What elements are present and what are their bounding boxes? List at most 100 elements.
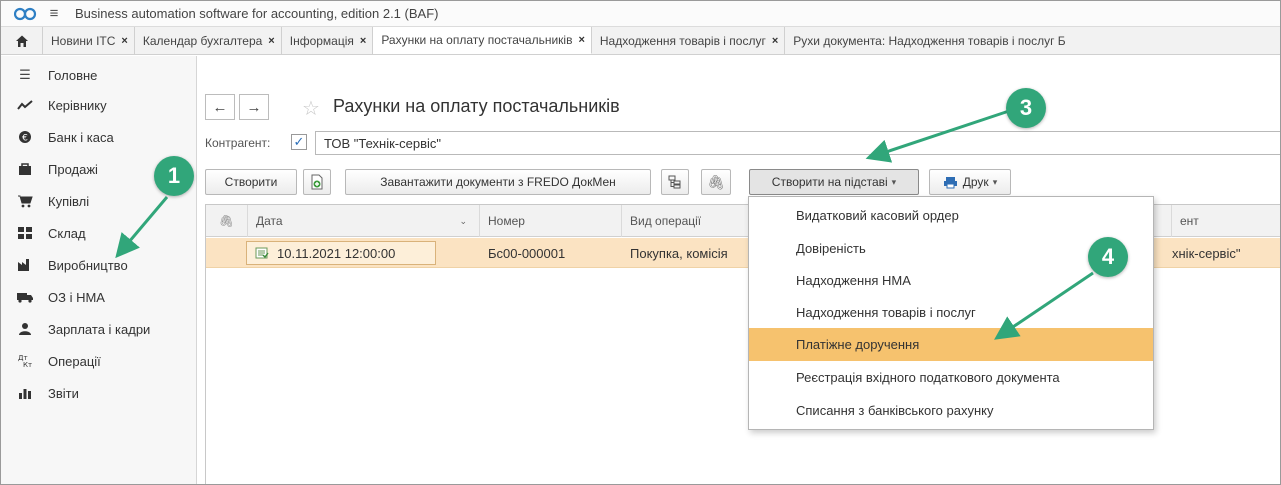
paperclip-icon: 🖇: [218, 214, 235, 228]
trend-icon: [15, 99, 35, 111]
favorite-star-icon[interactable]: ☆: [302, 96, 320, 121]
paperclip-icon: 🖇: [707, 173, 725, 190]
menu-item-bank-withdrawal[interactable]: Списання з банківського рахунку: [749, 394, 1153, 427]
truck-icon: [15, 291, 35, 303]
tab-label: Надходження товарів і послуг: [599, 33, 766, 48]
menu-item-label: Видатковий касовий ордер: [796, 208, 959, 223]
create-based-on-menu: Видатковий касовий ордер Довіреність Над…: [748, 196, 1154, 430]
chevron-down-icon: ▾: [891, 176, 897, 187]
operation-cell: Покупка, комісія: [630, 245, 728, 261]
add-document-icon: [311, 174, 323, 190]
document-posted-icon: [255, 247, 269, 259]
menu-item-label: Довіреність: [796, 241, 866, 256]
column-label: Дата: [256, 214, 283, 228]
upload-fredo-label: Завантажити документи з FREDO ДокМен: [380, 175, 616, 189]
annotation-badge-4: 4: [1088, 237, 1128, 277]
print-button[interactable]: Друк ▾: [929, 169, 1011, 195]
tab-label: Рухи документа: Надходження товарів і по…: [793, 33, 1066, 48]
close-icon[interactable]: ×: [268, 35, 274, 47]
menu-item-tax-document-registration[interactable]: Реєстрація вхідного податкового документ…: [749, 361, 1153, 394]
menu-item-cash-order[interactable]: Видатковий касовий ордер: [749, 199, 1153, 232]
annotation-badge-1: 1: [154, 156, 194, 196]
create-based-on-label: Створити на підставі: [771, 175, 888, 189]
tab-supplier-invoices[interactable]: Рахунки на оплату постачальників ×: [373, 27, 592, 54]
create-based-on-button[interactable]: Створити на підставі ▾: [749, 169, 919, 195]
structure-button[interactable]: [661, 169, 689, 195]
counterparty-filter-label: Контрагент:: [205, 136, 271, 150]
sidebar-item-label: Купівлі: [48, 193, 90, 209]
create-button-label: Створити: [224, 175, 278, 189]
column-label: Номер: [488, 214, 525, 228]
column-label: ент: [1180, 214, 1199, 228]
chevron-down-icon: ▾: [992, 176, 998, 187]
close-icon[interactable]: ×: [578, 34, 584, 46]
counterparty-column-header[interactable]: ент: [1172, 205, 1280, 237]
sidebar-item-label: Керівнику: [48, 97, 107, 113]
home-icon[interactable]: [1, 27, 43, 54]
bag-icon: [15, 162, 35, 176]
sidebar-item-label: Виробництво: [48, 257, 128, 273]
counterparty-filter-input[interactable]: ТОВ "Технік-сервіс": [315, 131, 1280, 155]
1c-logo-icon[interactable]: [11, 1, 41, 27]
sidebar-item-reports[interactable]: Звіти: [1, 374, 197, 412]
tab-news-itc[interactable]: Новини ITC ×: [43, 27, 135, 54]
menu-item-payment-order[interactable]: Платіжне доручення: [749, 328, 1153, 361]
arrow-left-icon: ←: [212, 98, 228, 116]
menu-item-label: Реєстрація вхідного податкового документ…: [796, 370, 1060, 385]
printer-icon: [943, 176, 957, 188]
date-column-header[interactable]: Дата ⌄: [248, 205, 480, 237]
menu-item-label: Надходження товарів і послуг: [796, 305, 976, 320]
bar-chart-icon: [15, 387, 35, 399]
debit-credit-icon: Дт Кт: [15, 354, 35, 368]
number-cell: Бс00-000001: [488, 245, 566, 261]
sidebar-item-label: Зарплата і кадри: [48, 321, 151, 337]
forward-button[interactable]: →: [239, 94, 269, 120]
page-title: Рахунки на оплату постачальників: [333, 96, 620, 116]
checkmark-icon: ✓: [293, 134, 305, 149]
tab-label: Календар бухгалтера: [142, 33, 263, 48]
hamburger-icon[interactable]: ≡: [43, 1, 65, 27]
sidebar-item-label: Продажі: [48, 161, 98, 177]
menu-item-label: Списання з банківського рахунку: [796, 403, 994, 418]
close-icon[interactable]: ×: [772, 35, 778, 47]
app-title: Business automation software for account…: [75, 6, 439, 21]
tab-label: Рахунки на оплату постачальників: [381, 33, 573, 47]
cart-icon: [15, 194, 35, 208]
tab-information[interactable]: Інформація ×: [282, 27, 374, 54]
menu-item-goods-receipt[interactable]: Надходження товарів і послуг: [749, 296, 1153, 329]
date-cell[interactable]: 10.11.2021 12:00:00: [246, 241, 436, 265]
sidebar-item-label: ОЗ і НМА: [48, 289, 105, 305]
sidebar-item-label: Головне: [48, 67, 98, 83]
tab-bar: Новини ITC × Календар бухгалтера × Інформа…: [1, 27, 1280, 55]
sidebar-item-label: Звіти: [48, 385, 79, 401]
warehouse-icon: [15, 226, 35, 240]
close-icon[interactable]: ×: [360, 35, 366, 47]
tab-label: Інформація: [289, 33, 354, 48]
number-column-header[interactable]: Номер: [480, 205, 622, 237]
title-bar: ≡ Business automation software for accou…: [1, 1, 1280, 27]
list-icon: ☰: [19, 67, 31, 82]
close-icon[interactable]: ×: [121, 35, 127, 47]
svg-text:Кт: Кт: [23, 361, 32, 368]
annotation-badge-3: 3: [1006, 88, 1046, 128]
print-label: Друк: [962, 175, 989, 189]
menu-item-label: Надходження НМА: [796, 273, 911, 288]
attach-button[interactable]: 🖇: [701, 169, 731, 195]
tab-accountant-calendar[interactable]: Календар бухгалтера ×: [135, 27, 282, 54]
upload-fredo-button[interactable]: Завантажити документи з FREDO ДокМен: [345, 169, 651, 195]
sidebar-item-label: Банк і каса: [48, 129, 114, 145]
coin-icon: €: [15, 130, 35, 144]
tab-document-movements[interactable]: Рухи документа: Надходження товарів і по…: [785, 27, 1071, 54]
create-button[interactable]: Створити: [205, 169, 297, 195]
factory-icon: [15, 258, 35, 272]
add-document-button[interactable]: [303, 169, 331, 195]
counterparty-filter-checkbox[interactable]: ✓: [291, 134, 307, 150]
svg-text:€: €: [22, 134, 28, 144]
attachment-column-header[interactable]: 🖇: [206, 205, 248, 237]
back-button[interactable]: ←: [205, 94, 235, 120]
sidebar-item-label: Склад: [48, 225, 86, 241]
sidebar: ☰ Головне Керівнику € Банк і каса Продаж…: [1, 56, 197, 484]
sort-down-icon: ⌄: [459, 215, 467, 226]
tab-goods-receipt[interactable]: Надходження товарів і послуг ×: [592, 27, 786, 54]
sidebar-item-label: Операції: [48, 353, 101, 369]
